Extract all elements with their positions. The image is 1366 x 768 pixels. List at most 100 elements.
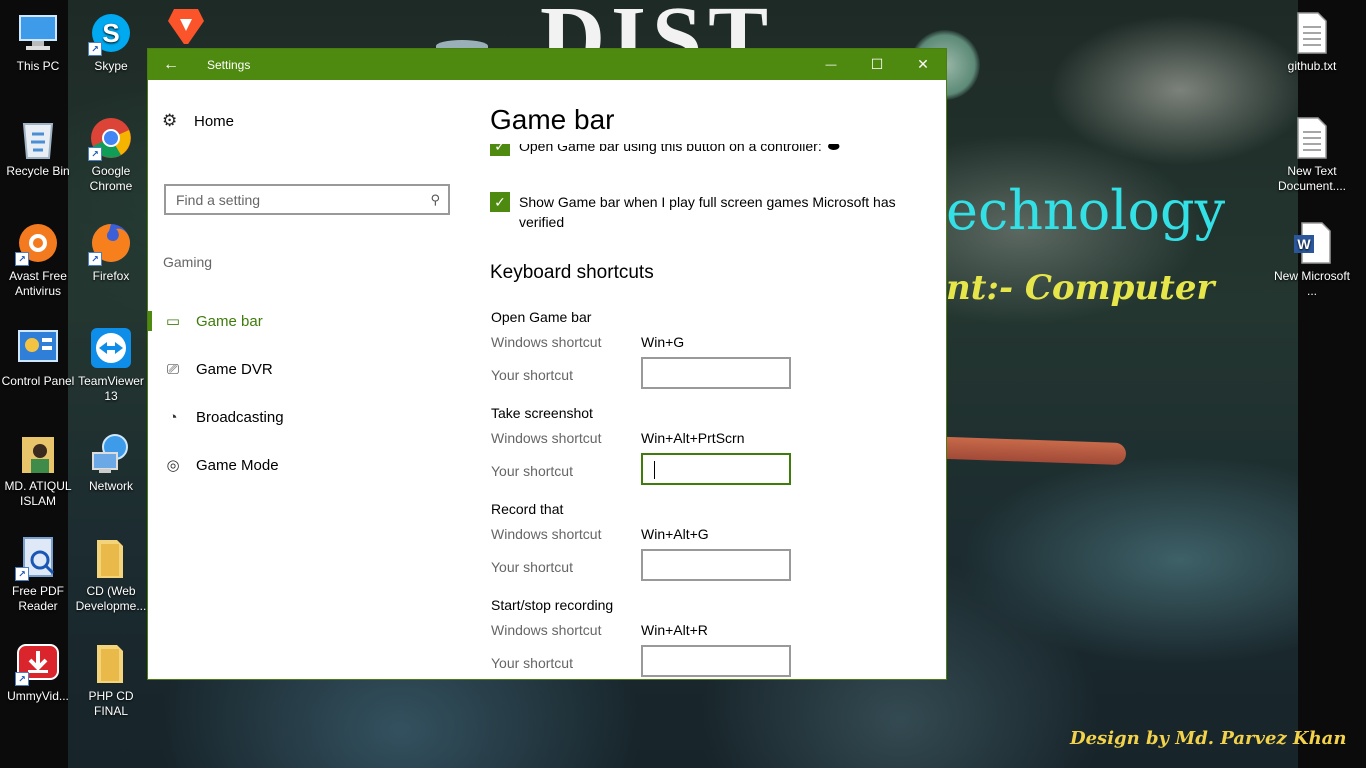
wallpaper-banner-text: DIST [540, 4, 774, 48]
search-icon[interactable]: ⚲ [430, 192, 440, 208]
window-controls: — ☐ ✕ [808, 49, 946, 80]
gear-icon: ⚙ [162, 111, 178, 130]
navigation-pane: ⚙ Home ⚲ Gaming ▭ Game bar ⎚ Game DVR ◔ … [148, 80, 468, 680]
shortcut-title: Open Game bar [491, 309, 592, 325]
desktop-icon-label: Avast Free Antivirus [9, 269, 67, 298]
shortcut-arrow-icon: ↗ [15, 672, 29, 686]
desktop-icon-github-txt[interactable]: github.txt [1274, 10, 1350, 74]
your-shortcut-input[interactable] [641, 453, 791, 485]
desktop-icon-chrome[interactable]: ↗ Google Chrome [73, 115, 149, 194]
nav-item-game-mode[interactable]: ◎ Game Mode [148, 445, 468, 485]
desktop-icon-brave[interactable] [148, 4, 224, 44]
desktop-icon-firefox[interactable]: ↗ Firefox [73, 220, 149, 284]
ummy-download-icon: ↗ [15, 640, 61, 686]
desktop-icon-pdf-reader[interactable]: ↗ Free PDF Reader [0, 535, 76, 614]
game-mode-icon: ◎ [166, 457, 180, 474]
desktop-icon-label: github.txt [1287, 59, 1337, 73]
recycle-bin-icon [15, 115, 61, 161]
wallpaper-credit-text: Design by Md. Parvez Khan [1070, 728, 1347, 749]
shortcut-arrow-icon: ↗ [88, 147, 102, 161]
your-shortcut-input[interactable] [641, 357, 791, 389]
section-title-keyboard-shortcuts: Keyboard shortcuts [490, 262, 654, 283]
desktop-icon-teamviewer[interactable]: TeamViewer 13 [73, 325, 149, 404]
nav-item-broadcasting[interactable]: ◔ Broadcasting [148, 397, 468, 437]
desktop-icon-skype[interactable]: S ↗ Skype [73, 10, 149, 74]
windows-shortcut-value: Win+G [641, 334, 685, 350]
desktop-icon-php-cd-folder[interactable]: PHP CD FINAL [73, 640, 149, 719]
folder-icon [88, 535, 134, 581]
shortcut-arrow-icon: ↗ [88, 42, 102, 56]
nav-item-label: Game Mode [196, 456, 279, 474]
control-panel-icon [15, 325, 61, 371]
skype-icon: S ↗ [88, 10, 134, 56]
maximize-button[interactable]: ☐ [854, 49, 900, 80]
desktop-icon-label: PHP CD FINAL [88, 689, 134, 718]
desktop-icon-label: Skype [94, 59, 128, 73]
desktop-icon-label: TeamViewer 13 [78, 374, 144, 403]
close-icon: ✕ [917, 56, 929, 72]
nav-home[interactable]: ⚙ Home [162, 112, 234, 130]
teamviewer-icon [88, 325, 134, 371]
close-button[interactable]: ✕ [900, 49, 946, 80]
checkbox-label: Show Game bar when I play full screen ga… [519, 194, 896, 230]
desktop-icon-user-folder[interactable]: MD. ATIQUL ISLAM [0, 430, 76, 509]
shortcut-arrow-icon: ↗ [88, 252, 102, 266]
game-dvr-icon: ⎚ [166, 360, 179, 378]
content-pane[interactable]: Game bar ✓ Open Game bar using this butt… [468, 80, 946, 680]
desktop-icon-cd-web-folder[interactable]: CD (Web Developme... [73, 535, 149, 614]
your-shortcut-input[interactable] [641, 645, 791, 677]
minimize-icon: — [825, 58, 837, 71]
desktop-icon-control-panel[interactable]: Control Panel [0, 325, 76, 389]
window-title: Settings [207, 57, 251, 72]
desktop-icon-label: MD. ATIQUL ISLAM [4, 479, 72, 508]
broadcasting-icon: ◔ [168, 408, 178, 426]
desktop-icon-this-pc[interactable]: This PC [0, 10, 76, 74]
shortcut-arrow-icon: ↗ [15, 567, 29, 581]
desktop-icon-label: CD (Web Developme... [75, 584, 147, 613]
windows-shortcut-label: Windows shortcut [491, 430, 602, 446]
windows-shortcut-label: Windows shortcut [491, 622, 602, 638]
your-shortcut-label: Your shortcut [491, 367, 573, 383]
wallpaper-dept-text: nt:- Computer [946, 268, 1215, 308]
pdf-reader-icon: ↗ [15, 535, 61, 581]
minimize-button[interactable]: — [808, 49, 854, 80]
desktop-icon-new-word-document[interactable]: W New Microsoft ... [1274, 220, 1350, 299]
desktop-icon-new-text-document[interactable]: New Text Document.... [1274, 115, 1350, 194]
avast-icon: ↗ [15, 220, 61, 266]
back-button[interactable]: ← [148, 49, 194, 80]
desktop-icon-label: UmmyVid... [7, 689, 69, 703]
search-box: ⚲ [164, 184, 450, 215]
windows-shortcut-value: Win+Alt+R [641, 622, 708, 638]
desktop-icon-label: Firefox [92, 269, 130, 283]
desktop-icon-label: Free PDF Reader [11, 584, 64, 613]
desktop-icon-ummy[interactable]: ↗ UmmyVid... [0, 640, 76, 704]
svg-text:W: W [1297, 236, 1311, 252]
checkbox-show-game-bar-fullscreen[interactable]: ✓ [490, 192, 510, 212]
desktop-icon-network[interactable]: Network [73, 430, 149, 494]
nav-item-game-bar[interactable]: ▭ Game bar [148, 301, 468, 341]
wallpaper-branch [945, 436, 1127, 466]
nav-item-label: Game DVR [196, 360, 273, 378]
search-input[interactable] [174, 190, 431, 209]
desktop-icon-recycle-bin[interactable]: Recycle Bin [0, 115, 76, 179]
title-bar[interactable]: ← Settings — ☐ ✕ [148, 49, 946, 80]
windows-shortcut-value: Win+Alt+G [641, 526, 709, 542]
your-shortcut-input[interactable] [641, 549, 791, 581]
nav-group-label: Gaming [163, 254, 213, 270]
wallpaper-tech-text: echnology [946, 179, 1226, 242]
fullscreen-option[interactable]: ✓ Show Game bar when I play full screen … [490, 192, 930, 232]
nav-item-label: Game bar [196, 312, 263, 330]
desktop-icon-label: This PC [16, 59, 60, 73]
word-document-icon: W [1289, 220, 1335, 266]
user-folder-icon [15, 430, 61, 476]
brave-icon [163, 4, 209, 44]
nav-home-label: Home [194, 112, 235, 130]
network-icon [88, 430, 134, 476]
windows-shortcut-label: Windows shortcut [491, 526, 602, 542]
your-shortcut-label: Your shortcut [491, 463, 573, 479]
desktop-icon-avast[interactable]: ↗ Avast Free Antivirus [0, 220, 76, 299]
shortcut-title: Record that [491, 501, 564, 517]
page-title: Game bar [490, 104, 930, 144]
text-file-icon [1289, 10, 1335, 56]
nav-item-game-dvr[interactable]: ⎚ Game DVR [148, 349, 468, 389]
